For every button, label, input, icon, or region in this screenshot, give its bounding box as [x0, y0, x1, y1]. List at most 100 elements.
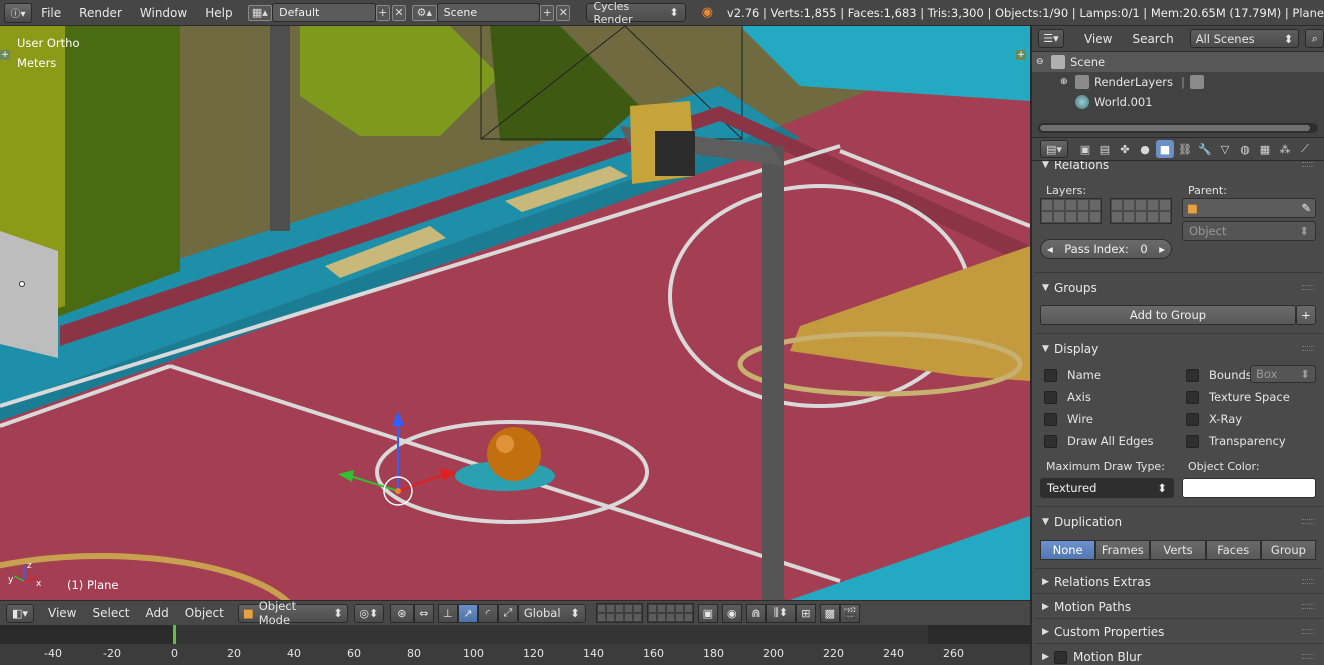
panel-relations-header[interactable]: ▼ Relations	[1032, 161, 1324, 176]
3d-viewport[interactable]: z x y User Ortho Meters (1) Plane + +	[0, 26, 1030, 600]
add-to-group-button[interactable]: Add to Group	[1040, 305, 1296, 325]
scene-layers-a[interactable]	[595, 603, 643, 623]
screen-layout-field[interactable]: Default	[272, 3, 376, 22]
decrement-icon[interactable]: ◂	[1047, 242, 1053, 256]
dup-verts-button[interactable]: Verts	[1150, 540, 1206, 560]
new-group-button[interactable]: +	[1296, 305, 1316, 325]
x-ray-checkbox[interactable]: X-Ray	[1186, 412, 1242, 426]
pivot-point-button[interactable]: ⊛	[389, 603, 414, 623]
menu-add[interactable]: Add	[138, 606, 177, 620]
translate-manipulator[interactable]: ⊥	[437, 603, 458, 623]
tab-modifiers[interactable]: 🔧	[1196, 140, 1214, 158]
panel-motion-blur-header[interactable]: ▶ Motion Blur	[1032, 646, 1324, 665]
move-manipulator[interactable]: ↗	[457, 603, 478, 623]
panel-duplication-header[interactable]: ▼ Duplication	[1032, 511, 1324, 533]
bounds-checkbox[interactable]: Bounds	[1186, 368, 1252, 382]
tab-scene[interactable]: ✤	[1116, 140, 1134, 158]
draw-all-edges-checkbox[interactable]: Draw All Edges	[1044, 434, 1154, 448]
dup-group-button[interactable]: Group	[1260, 540, 1317, 560]
eyedropper-icon[interactable]: ✎	[1301, 201, 1311, 215]
dup-none-button[interactable]: None	[1040, 540, 1096, 560]
bounds-type-dropdown[interactable]: Box ⬍	[1250, 365, 1316, 383]
proportional-edit-button[interactable]: ◉	[721, 603, 742, 623]
editor-type-button[interactable]: ⓘ▾	[4, 2, 33, 23]
tab-render[interactable]: ▣	[1076, 140, 1094, 158]
editor-type-button[interactable]: ☰▾	[1038, 29, 1064, 48]
drag-grip-icon[interactable]	[1302, 346, 1314, 351]
name-checkbox[interactable]: Name	[1044, 368, 1101, 382]
rotate-manipulator[interactable]: ◜	[477, 603, 498, 623]
object-layers-a[interactable]	[1040, 198, 1102, 224]
editor-type-button[interactable]: ▤▾	[1040, 140, 1068, 158]
panel-groups-header[interactable]: ▼ Groups	[1032, 277, 1324, 299]
delete-scene-button[interactable]: ✕	[556, 4, 571, 21]
drag-grip-icon[interactable]	[1302, 654, 1314, 659]
panel-relations-extras-header[interactable]: ▶ Relations Extras	[1032, 571, 1324, 593]
snap-target-button[interactable]: ⊞	[795, 603, 816, 623]
add-scene-button[interactable]: +	[540, 4, 555, 21]
transform-orientation-dropdown[interactable]: Global ⬍	[517, 603, 586, 623]
menu-file[interactable]: File	[32, 6, 70, 20]
current-frame-cursor[interactable]	[173, 625, 176, 644]
drag-grip-icon[interactable]	[1302, 285, 1314, 290]
snap-toggle[interactable]: ⋒	[745, 603, 766, 623]
motion-blur-checkbox[interactable]	[1054, 650, 1067, 664]
add-screen-button[interactable]: +	[375, 4, 390, 21]
tab-physics[interactable]: ⟋	[1296, 140, 1314, 158]
toolshelf-expand-icon[interactable]: +	[0, 50, 10, 60]
pass-index-field[interactable]: ◂ Pass Index: 0 ▸	[1040, 239, 1172, 259]
outliner-display-mode-dropdown[interactable]: All Scenes ⬍	[1189, 29, 1300, 48]
tab-data[interactable]: ▽	[1216, 140, 1234, 158]
lock-layers-button[interactable]: ▣	[697, 603, 718, 623]
panel-custom-properties-header[interactable]: ▶ Custom Properties	[1032, 621, 1324, 643]
menu-view[interactable]: View	[1076, 32, 1120, 46]
parent-type-dropdown[interactable]: Object ⬍	[1182, 221, 1316, 241]
render-opengl-button[interactable]: ▩	[819, 603, 840, 623]
menu-view[interactable]: View	[40, 606, 84, 620]
tab-material[interactable]: ◍	[1236, 140, 1254, 158]
tab-constraints[interactable]: ⛓	[1176, 140, 1194, 158]
outliner-scrollbar[interactable]	[1038, 123, 1318, 133]
drag-grip-icon[interactable]	[1302, 579, 1314, 584]
mode-dropdown[interactable]: ■ Object Mode ⬍	[237, 599, 348, 627]
drag-grip-icon[interactable]	[1302, 629, 1314, 634]
parent-field[interactable]: ■ ✎	[1182, 198, 1316, 218]
render-engine-dropdown[interactable]: Cycles Render ⬍	[586, 0, 686, 26]
menu-search[interactable]: Search	[1124, 32, 1181, 46]
snap-element-dropdown[interactable]: ⫼⬍	[765, 603, 796, 623]
transparency-checkbox[interactable]: Transparency	[1186, 434, 1286, 448]
drag-grip-icon[interactable]	[1302, 604, 1314, 609]
properties-expand-icon[interactable]: +	[1016, 50, 1026, 60]
panel-display-header[interactable]: ▼ Display	[1032, 338, 1324, 360]
timeline[interactable]: -40 -20 0 20 40 60 80 100 120 140 160 18…	[0, 625, 1030, 665]
viewport-shading-button[interactable]: ◎⬍	[353, 603, 384, 623]
tab-render-layers[interactable]: ▤	[1096, 140, 1114, 158]
drag-grip-icon[interactable]	[1302, 519, 1314, 524]
drag-grip-icon[interactable]	[1302, 162, 1314, 167]
dup-faces-button[interactable]: Faces	[1205, 540, 1261, 560]
object-layers-b[interactable]	[1110, 198, 1172, 224]
editor-type-button[interactable]: ◧▾	[6, 603, 34, 623]
dup-frames-button[interactable]: Frames	[1095, 540, 1151, 560]
object-color-swatch[interactable]	[1182, 478, 1316, 498]
menu-window[interactable]: Window	[131, 6, 196, 20]
expand-icon[interactable]: ⊕	[1060, 77, 1070, 87]
menu-object[interactable]: Object	[177, 606, 232, 620]
delete-screen-button[interactable]: ✕	[391, 4, 407, 21]
texture-space-checkbox[interactable]: Texture Space	[1186, 390, 1290, 404]
wire-checkbox[interactable]: Wire	[1044, 412, 1093, 426]
menu-help[interactable]: Help	[196, 6, 241, 20]
manipulator-toggle[interactable]: ⇔	[413, 603, 434, 623]
timeline-ruler[interactable]: -40 -20 0 20 40 60 80 100 120 140 160 18…	[0, 644, 1030, 665]
scene-field[interactable]: Scene	[436, 3, 541, 22]
screen-layout-selector[interactable]: ▦▴	[247, 4, 273, 21]
timeline-track[interactable]	[0, 625, 1030, 644]
outliner-row-world[interactable]: World.001	[1032, 92, 1324, 112]
increment-icon[interactable]: ▸	[1159, 242, 1165, 256]
tab-particles[interactable]: ⁂	[1276, 140, 1294, 158]
max-draw-type-dropdown[interactable]: Textured ⬍	[1040, 478, 1174, 498]
axis-checkbox[interactable]: Axis	[1044, 390, 1091, 404]
tab-texture[interactable]: ▦	[1256, 140, 1274, 158]
render-animation-button[interactable]: 🎬	[839, 603, 860, 623]
panel-motion-paths-header[interactable]: ▶ Motion Paths	[1032, 596, 1324, 618]
